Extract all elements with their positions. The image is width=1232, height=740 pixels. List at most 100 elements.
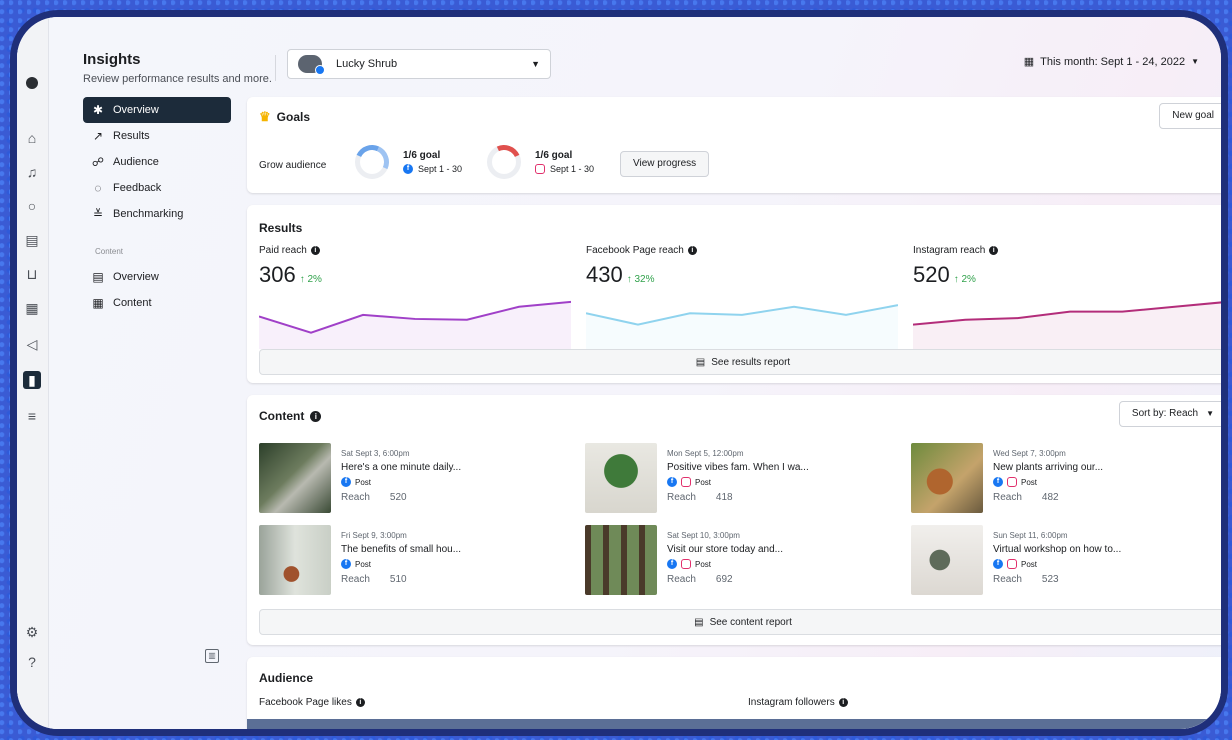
nav-item-benchmarking[interactable]: ≚ Benchmarking [83, 201, 231, 227]
goal-period-row: Sept 1 - 30 [535, 164, 594, 174]
goal-period: Sept 1 - 30 [550, 164, 595, 174]
nav-item-content-overview[interactable]: ▤ Overview [83, 264, 231, 290]
post-text: New plants arriving our... [993, 462, 1104, 473]
goal-value: 1/6 goal [535, 150, 573, 161]
post-type: Post [695, 559, 712, 569]
page-subtitle: Review performance results and more. [83, 73, 272, 85]
view-progress-button[interactable]: View progress [620, 151, 710, 177]
post-thumbnail[interactable] [259, 525, 331, 595]
content-overview-icon: ▤ [92, 270, 104, 284]
content-heading: Content i [259, 409, 322, 423]
benchmarking-icon: ≚ [92, 207, 104, 221]
reach-value: 510 [389, 574, 407, 585]
metric-value-row: 520 ↑ 2% [913, 262, 1221, 288]
help-icon[interactable]: ? [23, 653, 41, 671]
metric-label-row: Facebook Page reach i [586, 245, 902, 256]
post-thumbnail[interactable] [911, 443, 983, 513]
info-icon[interactable]: i [838, 698, 848, 707]
metric-value-row: 430 ↑ 32% [586, 262, 902, 288]
facebook-icon: f [667, 477, 677, 487]
content-icon[interactable]: ▤ [23, 231, 41, 249]
planner-icon[interactable]: ▦ [23, 299, 41, 317]
nav-item-feedback[interactable]: ◌ Feedback [83, 175, 231, 201]
post-text: Visit our store today and... [667, 544, 783, 555]
reach-value: 418 [715, 492, 733, 503]
insights-screen: ⌂ ♫ ○ ▤ ⊔ ▦ ◁ ▮ ≡ ⚙ ? Insights Review pe… [17, 17, 1221, 729]
info-icon[interactable]: i [310, 410, 322, 422]
reach-value: 692 [715, 574, 733, 585]
post-thumbnail[interactable] [585, 525, 657, 595]
nav-item-label: Benchmarking [113, 208, 184, 220]
report-label: See results report [711, 356, 791, 368]
insights-icon[interactable]: ▮ [23, 371, 41, 389]
settings-icon[interactable]: ⚙ [23, 623, 41, 641]
post-text: Here's a one minute daily... [341, 462, 462, 473]
report-icon: ▤ [694, 616, 704, 628]
post-thumbnail[interactable] [585, 443, 657, 513]
messages-icon[interactable]: ○ [23, 197, 41, 215]
nav-item-content[interactable]: ▦ Content [83, 290, 231, 316]
facebook-goal-text: 1/6 goal f Sept 1 - 30 [403, 150, 462, 174]
metric-label-row: Paid reach i [259, 245, 575, 256]
facebook-icon: f [667, 559, 677, 569]
nav-item-results[interactable]: ↗ Results [83, 123, 231, 149]
ads-icon[interactable]: ◁ [23, 335, 41, 353]
post-info: Sat Sept 10, 3:00pm Visit our store today… [667, 525, 783, 597]
content-post[interactable]: Sat Sept 3, 6:00pm Here's a one minute da… [259, 443, 559, 515]
insights-nav: ✱ Overview ↗ Results ☍ Audience ◌ Feedba… [83, 97, 231, 316]
content-post[interactable]: Wed Sept 7, 3:00pm New plants arriving ou… [911, 443, 1211, 515]
facebook-reach-sparkline [586, 304, 898, 349]
post-thumbnail[interactable] [259, 443, 331, 513]
shop-icon[interactable]: ⊔ [23, 265, 41, 283]
notifications-icon[interactable]: ♫ [23, 163, 41, 181]
post-date: Fri Sept 9, 3:00pm [341, 531, 407, 540]
metric-change: ↑ 2% [953, 274, 976, 285]
metric-label-row: Instagram reach i [913, 245, 1221, 256]
nav-item-audience[interactable]: ☍ Audience [83, 149, 231, 175]
audience-icon: ☍ [91, 155, 105, 169]
audience-title: Audience [259, 671, 314, 685]
new-goal-button[interactable]: New goal [1159, 103, 1221, 129]
sort-by-dropdown[interactable]: Sort by: Reach ▼ [1118, 401, 1221, 427]
info-icon[interactable]: i [310, 246, 320, 255]
audience-label: Instagram followers [748, 697, 835, 708]
date-range-picker[interactable]: ▦ This month: Sept 1 - 24, 2022 ▼ [1024, 55, 1199, 69]
goal-period-row: f Sept 1 - 30 [403, 164, 462, 174]
chevron-down-icon: ▼ [1191, 57, 1199, 66]
reach-value: 520 [389, 492, 407, 503]
facebook-icon: f [341, 559, 351, 569]
nav-item-label: Overview [113, 104, 159, 116]
content-post[interactable]: Sun Sept 11, 6:00pm Virtual workshop on h… [911, 525, 1211, 597]
report-icon: ▤ [695, 356, 706, 368]
info-icon[interactable]: i [355, 698, 365, 707]
results-card: Results Paid reach i 306 ↑ 2% Facebook Pag… [247, 205, 1221, 383]
reach-label: Reach [341, 492, 370, 503]
nav-item-label: Results [113, 130, 150, 142]
page-selector[interactable]: Lucky Shrub ▼ [287, 49, 551, 79]
results-title: Results [259, 221, 303, 235]
post-thumbnail[interactable] [911, 525, 983, 595]
app-rail: ⌂ ♫ ○ ▤ ⊔ ▦ ◁ ▮ ≡ ⚙ ? [17, 17, 49, 729]
info-icon[interactable]: i [687, 246, 697, 255]
instagram-goal: 1/6 goal Sept 1 - 30 [487, 145, 594, 179]
content-post[interactable]: Sat Sept 10, 3:00pm Visit our store today… [585, 525, 885, 597]
instagram-goal-progress-ring [487, 145, 521, 179]
nav-item-label: Audience [113, 156, 159, 168]
see-content-report-button[interactable]: ▤ See content report [259, 609, 1221, 635]
post-type-row: f Post [341, 477, 461, 487]
profile-avatar[interactable] [26, 77, 38, 89]
report-label: See content report [709, 616, 792, 628]
menu-icon[interactable]: ≡ [23, 407, 41, 425]
content-post[interactable]: Mon Sept 5, 12:00pm Positive vibes fam. W… [585, 443, 885, 515]
instagram-icon [535, 164, 545, 174]
metric-label: Facebook Page reach [586, 245, 684, 256]
goals-heading: ♛ Goals [259, 109, 310, 125]
content-post[interactable]: Fri Sept 9, 3:00pm The benefits of small … [259, 525, 559, 597]
post-type-row: f Post [667, 477, 809, 487]
info-icon[interactable]: i [989, 246, 999, 255]
home-icon[interactable]: ⌂ [23, 129, 41, 147]
collapse-sidebar-icon[interactable]: ▥ [205, 649, 219, 663]
sort-label: Sort by: Reach [1131, 408, 1199, 419]
nav-item-overview[interactable]: ✱ Overview [83, 97, 231, 123]
see-results-report-button[interactable]: ▤ See results report [259, 349, 1221, 375]
